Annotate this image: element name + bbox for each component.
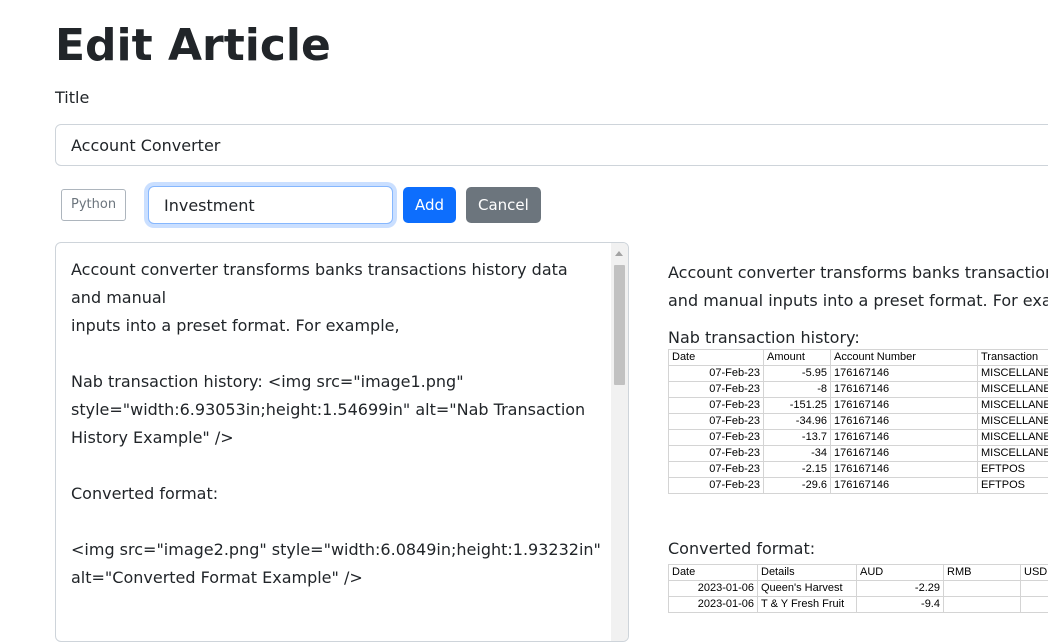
table-cell: -5.95 xyxy=(764,366,831,382)
converted-header-row: DateDetailsAUDRMBUSD xyxy=(669,565,1048,581)
table-cell: 176167146 xyxy=(831,366,978,382)
converted-table-body: 2023-01-06Queen's Harvest-2.292023-01-06… xyxy=(669,581,1048,613)
preview-line-1: Account converter transforms banks trans… xyxy=(668,263,1048,282)
table-header-cell: Transaction xyxy=(978,350,1048,366)
editor-scrollbar[interactable] xyxy=(611,243,628,641)
table-row: 07-Feb-23-151.25176167146MISCELLANEOUS xyxy=(669,398,1048,414)
converted-heading: Converted format: xyxy=(668,539,815,559)
table-cell: T & Y Fresh Fruit xyxy=(758,597,857,613)
table-cell: 07-Feb-23 xyxy=(669,398,764,414)
table-row: 07-Feb-23-2.15176167146EFTPOS xyxy=(669,462,1048,478)
table-cell: MISCELLANEOUS xyxy=(978,366,1048,382)
table-cell: 176167146 xyxy=(831,382,978,398)
table-cell: 176167146 xyxy=(831,446,978,462)
table-cell xyxy=(944,597,1021,613)
table-header-cell: Details xyxy=(758,565,857,581)
table-cell: EFTPOS xyxy=(978,462,1048,478)
page-title: Edit Article xyxy=(55,18,331,74)
table-cell: 2023-01-06 xyxy=(669,581,758,597)
table-cell: MISCELLANEOUS xyxy=(978,398,1048,414)
table-cell: -34.96 xyxy=(764,414,831,430)
editor-content[interactable]: Account converter transforms banks trans… xyxy=(71,256,601,592)
scroll-up-arrow-icon[interactable] xyxy=(615,251,623,256)
table-row: 07-Feb-23-34.96176167146MISCELLANEOUS xyxy=(669,414,1048,430)
table-cell: 2023-01-06 xyxy=(669,597,758,613)
table-cell xyxy=(1021,581,1048,597)
table-row: 07-Feb-23-8176167146MISCELLANEOUS xyxy=(669,382,1048,398)
table-cell: -34 xyxy=(764,446,831,462)
tag-chip-python[interactable]: Python xyxy=(61,189,126,221)
nab-table-body: 07-Feb-23-5.95176167146MISCELLANEOUS07-F… xyxy=(669,366,1048,494)
table-cell: MISCELLANEOUS xyxy=(978,382,1048,398)
table-row: 07-Feb-23-13.7176167146MISCELLANEOUS xyxy=(669,430,1048,446)
table-cell: -2.15 xyxy=(764,462,831,478)
tag-input[interactable] xyxy=(148,186,393,224)
table-cell: 176167146 xyxy=(831,398,978,414)
table-header-cell: USD xyxy=(1021,565,1048,581)
title-input[interactable] xyxy=(55,124,1048,166)
table-cell: -13.7 xyxy=(764,430,831,446)
table-cell: MISCELLANEOUS xyxy=(978,414,1048,430)
table-cell: 176167146 xyxy=(831,478,978,494)
table-row: 07-Feb-23-5.95176167146MISCELLANEOUS xyxy=(669,366,1048,382)
table-header-cell: AUD xyxy=(857,565,944,581)
table-cell: Queen's Harvest xyxy=(758,581,857,597)
table-cell: -8 xyxy=(764,382,831,398)
table-header-cell: RMB xyxy=(944,565,1021,581)
table-cell: 176167146 xyxy=(831,430,978,446)
table-cell xyxy=(944,581,1021,597)
table-row: 2023-01-06Queen's Harvest-2.29 xyxy=(669,581,1048,597)
cancel-button[interactable]: Cancel xyxy=(466,187,541,223)
table-row: 2023-01-06T & Y Fresh Fruit-9.4 xyxy=(669,597,1048,613)
markdown-editor[interactable]: Account converter transforms banks trans… xyxy=(55,242,629,642)
table-cell: -151.25 xyxy=(764,398,831,414)
table-cell: 07-Feb-23 xyxy=(669,430,764,446)
table-cell: -2.29 xyxy=(857,581,944,597)
table-cell: 07-Feb-23 xyxy=(669,478,764,494)
table-cell: 07-Feb-23 xyxy=(669,382,764,398)
table-cell: 176167146 xyxy=(831,462,978,478)
table-header-cell: Account Number xyxy=(831,350,978,366)
preview-pane: Account converter transforms banks trans… xyxy=(658,242,1048,623)
add-tag-button[interactable]: Add xyxy=(403,187,456,223)
table-cell xyxy=(1021,597,1048,613)
nab-table: DateAmountAccount NumberTransaction 07-F… xyxy=(668,349,1048,494)
table-cell: 07-Feb-23 xyxy=(669,414,764,430)
table-row: 07-Feb-23-29.6176167146EFTPOS xyxy=(669,478,1048,494)
table-cell: -29.6 xyxy=(764,478,831,494)
table-cell: MISCELLANEOUS xyxy=(978,446,1048,462)
table-cell: -9.4 xyxy=(857,597,944,613)
table-row: 07-Feb-23-34176167146MISCELLANEOUS xyxy=(669,446,1048,462)
table-cell: 07-Feb-23 xyxy=(669,462,764,478)
table-cell: 176167146 xyxy=(831,414,978,430)
table-header-cell: Amount xyxy=(764,350,831,366)
table-cell: 07-Feb-23 xyxy=(669,446,764,462)
nab-heading: Nab transaction history: xyxy=(668,328,860,348)
scroll-thumb[interactable] xyxy=(614,265,625,385)
table-cell: 07-Feb-23 xyxy=(669,366,764,382)
table-header-cell: Date xyxy=(669,350,764,366)
preview-line-2: and manual inputs into a preset format. … xyxy=(668,291,1048,310)
title-label: Title xyxy=(55,87,89,109)
converted-table: DateDetailsAUDRMBUSD 2023-01-06Queen's H… xyxy=(668,564,1048,613)
table-cell: EFTPOS xyxy=(978,478,1048,494)
preview-paragraph: Account converter transforms banks trans… xyxy=(668,259,1048,315)
table-cell: MISCELLANEOUS xyxy=(978,430,1048,446)
nab-header-row: DateAmountAccount NumberTransaction xyxy=(669,350,1048,366)
table-header-cell: Date xyxy=(669,565,758,581)
